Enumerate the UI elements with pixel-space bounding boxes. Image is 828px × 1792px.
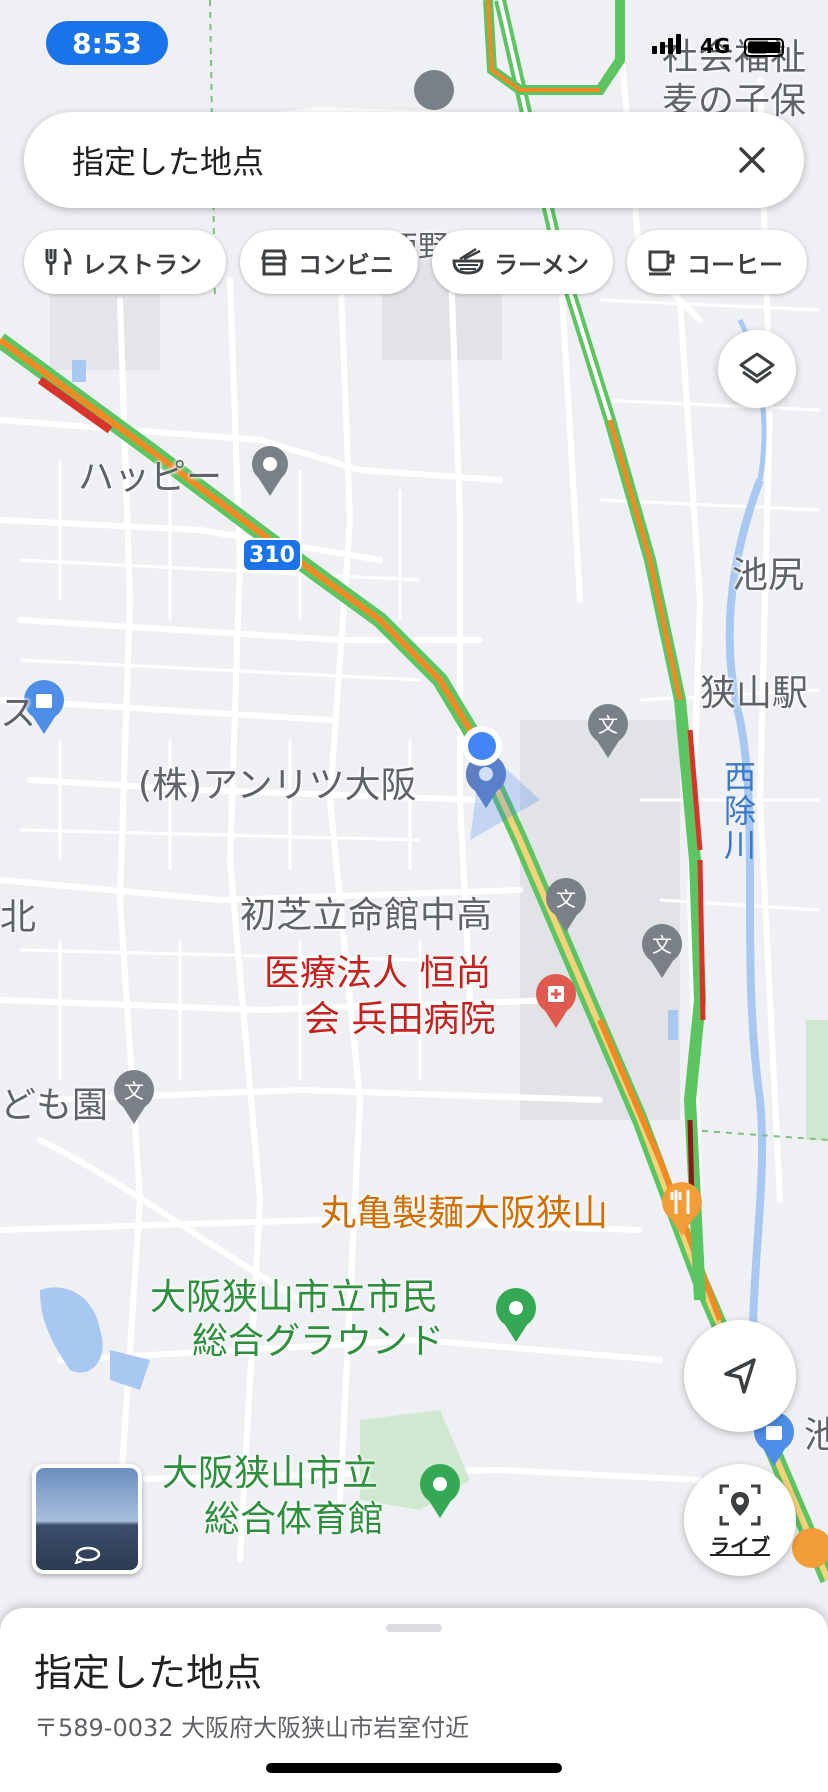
ramen-icon bbox=[452, 247, 484, 275]
clear-button[interactable] bbox=[724, 132, 780, 188]
map-label[interactable]: 総合体育館 bbox=[204, 1498, 384, 1542]
map-label[interactable]: ハッピー bbox=[78, 448, 222, 500]
map-label: 池尻 bbox=[732, 555, 805, 596]
search-bar[interactable]: 指定した地点 bbox=[24, 112, 804, 208]
sheet-drag-handle[interactable] bbox=[386, 1624, 442, 1632]
chip-ramen[interactable]: ラーメン bbox=[432, 230, 614, 294]
route-shield: 310 bbox=[242, 538, 302, 572]
chip-coffee[interactable]: コーヒー bbox=[627, 230, 808, 294]
navigate-button[interactable] bbox=[684, 1320, 796, 1432]
place-address: 〒589-0032 大阪府大阪狭山市岩室付近 bbox=[34, 1714, 470, 1742]
svg-text:文: 文 bbox=[652, 933, 672, 957]
network-type: 4G bbox=[700, 34, 731, 58]
chip-label: ラーメン bbox=[494, 250, 590, 279]
river-label: 西除川 bbox=[724, 758, 757, 864]
live-view-icon bbox=[719, 1484, 761, 1525]
live-view-button[interactable]: ライブ bbox=[684, 1464, 796, 1576]
close-icon bbox=[739, 147, 765, 173]
home-indicator[interactable] bbox=[266, 1763, 562, 1773]
map-label[interactable]: 大阪狭山市立 bbox=[162, 1452, 378, 1496]
layers-icon bbox=[739, 352, 775, 384]
map-label: 狭山駅 bbox=[700, 673, 809, 714]
category-chips: レストラン コンビニ ラーメン コーヒー bbox=[24, 230, 808, 294]
map-label[interactable]: 会 兵田病院 bbox=[304, 998, 495, 1042]
rotate-360-icon bbox=[74, 1546, 101, 1564]
svg-text:文: 文 bbox=[556, 887, 576, 911]
place-title: 指定した地点 bbox=[34, 1651, 263, 1695]
store-icon bbox=[261, 249, 287, 276]
map-label: 北 bbox=[0, 897, 37, 938]
navigation-arrow-icon bbox=[724, 1358, 756, 1394]
battery-icon bbox=[744, 38, 784, 57]
chip-label: コンビニ bbox=[298, 250, 394, 279]
map-label: ス bbox=[0, 693, 37, 734]
restaurant-icon bbox=[45, 247, 72, 275]
signal-icon bbox=[652, 34, 681, 54]
search-input[interactable]: 指定した地点 bbox=[72, 137, 724, 183]
map-label[interactable]: (株)アンリツ大阪 bbox=[138, 756, 417, 808]
chip-label: コーヒー bbox=[687, 250, 784, 279]
status-bar: 8:53 4G bbox=[0, 0, 828, 90]
svg-text:文: 文 bbox=[598, 713, 618, 737]
map-label[interactable]: 大阪狭山市立市民 bbox=[150, 1276, 438, 1320]
chip-label: レストラン bbox=[82, 250, 202, 279]
map-label[interactable]: 総合グラウンド bbox=[192, 1320, 444, 1364]
coffee-icon bbox=[648, 250, 675, 276]
map-label[interactable]: 丸亀製麺大阪狭山 bbox=[320, 1184, 608, 1236]
chip-restaurant[interactable]: レストラン bbox=[24, 230, 226, 294]
street-view-thumbnail[interactable] bbox=[32, 1464, 142, 1574]
map-label: 池 bbox=[804, 1415, 828, 1456]
map-label: ども園 bbox=[0, 1085, 109, 1126]
live-view-label: ライブ bbox=[710, 1533, 770, 1558]
map-label[interactable]: 初芝立命館中高 bbox=[240, 886, 492, 938]
svg-text:文: 文 bbox=[124, 1079, 144, 1103]
status-time: 8:53 bbox=[46, 21, 168, 65]
map-label[interactable]: 医療法人 恒尚 bbox=[264, 952, 491, 996]
chip-convenience-store[interactable]: コンビニ bbox=[240, 230, 418, 294]
layers-button[interactable] bbox=[718, 330, 796, 408]
